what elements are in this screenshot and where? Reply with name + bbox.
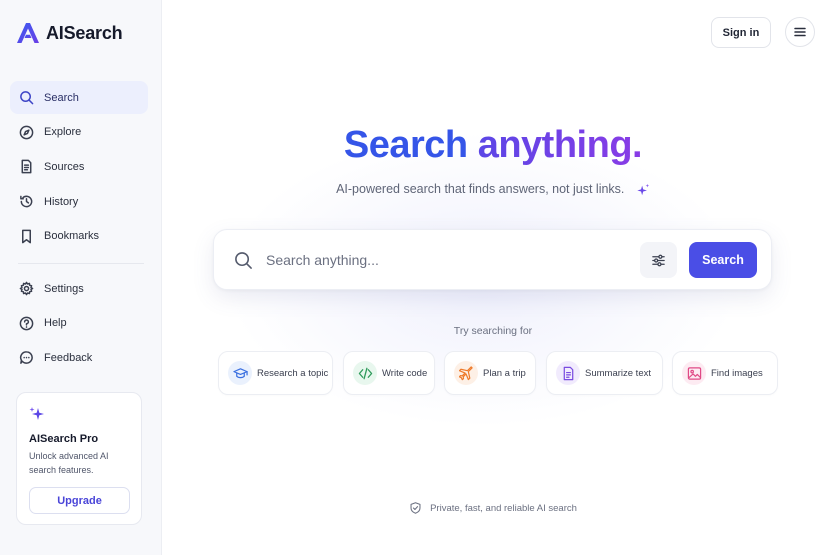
sidebar-item-bookmarks[interactable]: Bookmarks [10, 220, 148, 253]
document-icon [18, 159, 34, 175]
nav-divider [18, 263, 144, 264]
pro-card-description: Unlock advanced AI search features. [29, 451, 109, 475]
compass-icon [18, 124, 34, 140]
sidebar-item-label: Help [44, 317, 67, 330]
suggestion-chip-code[interactable]: Write code [343, 351, 435, 395]
chip-label: Write code [382, 367, 428, 379]
main-content: Sign in Search anything. AI-powered sear… [163, 0, 832, 555]
search-bar: Search [213, 229, 772, 290]
primary-nav: Search Explore Sources History Bookmarks [10, 81, 148, 254]
search-icon [18, 90, 34, 106]
sliders-icon [652, 254, 665, 266]
gear-icon [18, 281, 34, 297]
sidebar: AISearch Search Explore Sources History [0, 0, 162, 555]
image-icon [682, 361, 706, 385]
chip-label: Plan a trip [483, 367, 526, 379]
pro-upsell-card: AISearch Pro Unlock advanced AI search f… [16, 392, 142, 525]
footer-note: Private, fast, and reliable AI search [163, 501, 823, 515]
search-button[interactable]: Search [689, 242, 757, 278]
shield-check-icon [410, 502, 421, 514]
hero-title-word-2: anything. [477, 124, 643, 166]
hero-subtitle-text: AI-powered search that finds answers, no… [336, 182, 625, 196]
airplane-icon [454, 361, 478, 385]
sparkle-icon [637, 183, 650, 195]
chip-label: Find images [711, 367, 763, 379]
sidebar-item-explore[interactable]: Explore [10, 116, 148, 149]
secondary-nav: Settings Help Feedback [10, 272, 148, 376]
sidebar-item-label: Bookmarks [44, 230, 100, 243]
sidebar-item-search[interactable]: Search [10, 81, 148, 114]
code-icon [353, 361, 377, 385]
chip-label: Summarize text [585, 367, 651, 379]
sidebar-item-label: Explore [44, 126, 82, 139]
hero-subtitle: AI-powered search that finds answers, no… [163, 182, 823, 197]
sign-in-button[interactable]: Sign in [711, 17, 771, 48]
sidebar-item-sources[interactable]: Sources [10, 150, 148, 183]
suggestion-chip-trip[interactable]: Plan a trip [444, 351, 536, 395]
bookmark-icon [18, 228, 34, 244]
help-icon [18, 315, 34, 331]
logo-icon [17, 23, 39, 43]
chip-label: Research a topic [257, 367, 329, 379]
suggestions-label: Try searching for [453, 325, 533, 337]
sidebar-item-label: History [44, 195, 79, 208]
sidebar-item-feedback[interactable]: Feedback [10, 341, 148, 374]
hamburger-icon [794, 27, 806, 37]
sidebar-item-help[interactable]: Help [10, 307, 148, 340]
search-input[interactable] [266, 248, 626, 272]
hero-title-word-1: Search [343, 124, 468, 166]
hero-title: Search anything. [163, 124, 823, 167]
footer-note-text: Private, fast, and reliable AI search [430, 502, 577, 514]
filter-button[interactable] [640, 242, 677, 278]
sidebar-item-label: Search [44, 91, 79, 104]
pro-card-title: AISearch Pro [29, 433, 99, 445]
upgrade-button[interactable]: Upgrade [29, 487, 130, 514]
suggestion-chip-images[interactable]: Find images [672, 351, 778, 395]
sidebar-item-history[interactable]: History [10, 185, 148, 218]
app-name: AISearch [46, 22, 123, 43]
sidebar-item-label: Feedback [44, 351, 93, 364]
menu-button[interactable] [785, 17, 815, 47]
logo[interactable]: AISearch [16, 21, 123, 45]
document-icon [556, 361, 580, 385]
suggestion-chip-summarize[interactable]: Summarize text [546, 351, 663, 395]
sidebar-item-label: Settings [44, 282, 84, 295]
graduation-cap-icon [228, 361, 252, 385]
history-icon [18, 194, 34, 210]
chat-icon [18, 350, 34, 366]
sidebar-item-label: Sources [44, 160, 85, 173]
suggestion-chip-research[interactable]: Research a topic [218, 351, 333, 395]
sidebar-item-settings[interactable]: Settings [10, 272, 148, 305]
sparkle-icon [29, 407, 44, 420]
search-icon [235, 252, 252, 269]
